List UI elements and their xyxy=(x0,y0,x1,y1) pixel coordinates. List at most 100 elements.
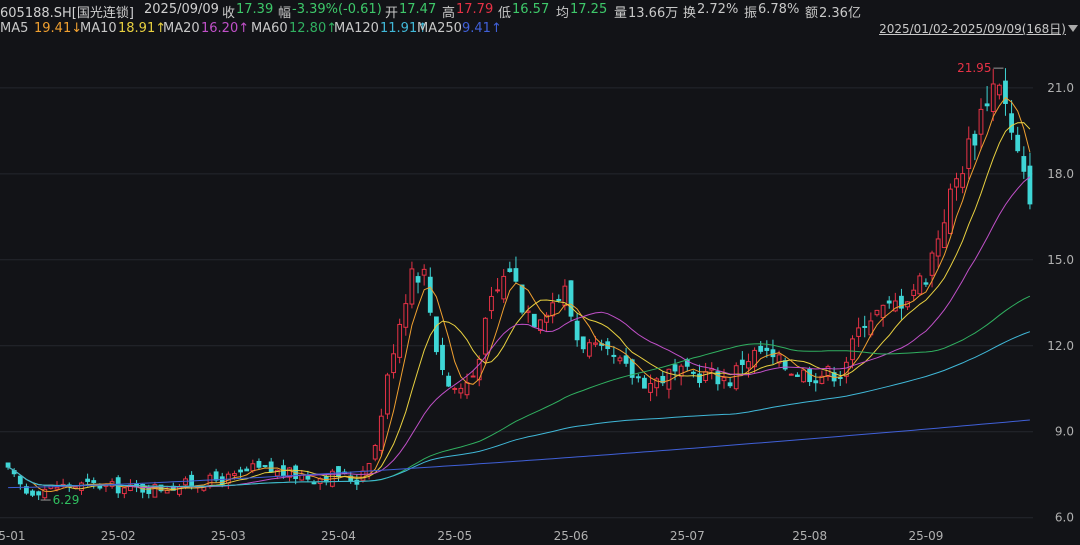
candle-body xyxy=(164,489,170,494)
grid xyxy=(0,87,1033,519)
candle-body xyxy=(72,486,78,489)
candle-body xyxy=(121,487,127,495)
moving-averages xyxy=(7,96,1031,493)
x-tick-label: 25-02 xyxy=(101,529,136,543)
candle-body xyxy=(458,387,464,394)
x-tick-label: 25-03 xyxy=(211,529,246,543)
candle-body xyxy=(672,364,678,372)
candle-body xyxy=(635,376,641,379)
min-price-label: 6.29 xyxy=(53,493,80,507)
candle-body xyxy=(79,482,84,491)
candle-body xyxy=(954,178,959,188)
ma-line xyxy=(7,331,1031,487)
x-tick-label: 25-01 xyxy=(0,529,25,543)
candle-body xyxy=(856,327,862,337)
candle-body xyxy=(372,445,378,460)
candle-body xyxy=(507,268,513,272)
candle-body xyxy=(427,276,433,313)
candle-body xyxy=(862,325,868,328)
candle-body xyxy=(219,476,225,485)
candle-body xyxy=(795,374,800,377)
candle-body xyxy=(183,478,188,486)
candle-body xyxy=(947,188,953,234)
ma-line xyxy=(7,122,1031,490)
candle-body xyxy=(813,380,819,384)
candle-body xyxy=(972,133,978,146)
candle-body xyxy=(360,470,366,481)
candle-body xyxy=(764,347,770,351)
candle-body xyxy=(85,478,91,482)
candle-body xyxy=(782,360,788,370)
candle-body xyxy=(482,317,488,355)
candle-body xyxy=(421,268,427,276)
y-tick-label: 12.0 xyxy=(1047,339,1074,353)
max-price-label: 21.95 xyxy=(957,61,991,75)
candle-body xyxy=(268,461,274,473)
candle-body xyxy=(433,316,439,353)
candle-body xyxy=(256,460,262,468)
candle-body xyxy=(415,276,421,283)
candle-body xyxy=(501,275,507,300)
candle-body xyxy=(593,342,598,345)
candle-body xyxy=(354,479,360,485)
candle-body xyxy=(617,357,623,362)
candle-body xyxy=(850,338,855,361)
candle-body xyxy=(262,465,268,468)
candle-body xyxy=(311,482,317,485)
candle-body xyxy=(446,375,452,387)
candle-body xyxy=(556,298,562,301)
candle-body xyxy=(642,377,647,389)
candle-body xyxy=(464,382,470,396)
candle-body xyxy=(837,376,843,379)
candle-body xyxy=(385,374,390,415)
x-axis: 25-01 25-02 25-03 25-04 25-05 25-06 25-07 25-08… xyxy=(0,529,943,543)
candle-body xyxy=(978,108,984,135)
candle-body xyxy=(923,282,929,285)
candle-body xyxy=(648,383,653,393)
candle-body xyxy=(874,309,880,316)
x-tick-label: 25-07 xyxy=(670,529,705,543)
candle-body xyxy=(807,369,813,383)
candle-body xyxy=(391,353,396,374)
candle-body xyxy=(990,83,996,112)
candle-body xyxy=(54,486,60,490)
candle-body xyxy=(550,302,556,317)
candle-body xyxy=(941,222,947,249)
candle-body xyxy=(758,345,764,352)
candle-body xyxy=(911,289,917,297)
candle-body xyxy=(690,371,696,374)
candles xyxy=(5,68,1033,501)
candle-body xyxy=(611,354,617,357)
candle-body xyxy=(1027,165,1033,205)
candle-body xyxy=(452,387,458,390)
candle-body xyxy=(513,268,519,282)
y-tick-label: 21.0 xyxy=(1047,81,1074,95)
candle-body xyxy=(1015,134,1021,152)
ma-line xyxy=(7,96,1031,493)
candle-body xyxy=(935,238,941,257)
candle-body xyxy=(886,300,892,304)
candle-body xyxy=(960,173,966,188)
extreme-marks: 21.95 6.29 xyxy=(40,61,1004,507)
x-tick-label: 25-08 xyxy=(792,529,827,543)
ma-line xyxy=(7,176,1031,488)
candle-body xyxy=(880,304,886,318)
candle-body xyxy=(574,320,580,341)
candle-body xyxy=(721,377,727,382)
candle-body xyxy=(519,284,525,313)
candle-body xyxy=(703,371,709,381)
candle-body xyxy=(17,475,23,485)
candle-body xyxy=(470,375,476,378)
candle-body xyxy=(531,313,537,328)
candle-body xyxy=(929,252,935,276)
candle-body xyxy=(580,336,586,350)
candle-body xyxy=(788,373,794,376)
candle-body xyxy=(770,349,776,358)
ma-line xyxy=(8,419,1030,489)
y-tick-label: 9.0 xyxy=(1055,425,1074,439)
candle-body xyxy=(1009,113,1014,133)
candle-body xyxy=(232,473,237,476)
candle-body xyxy=(568,280,574,317)
candle-body xyxy=(36,491,42,496)
x-tick-label: 25-05 xyxy=(437,529,472,543)
